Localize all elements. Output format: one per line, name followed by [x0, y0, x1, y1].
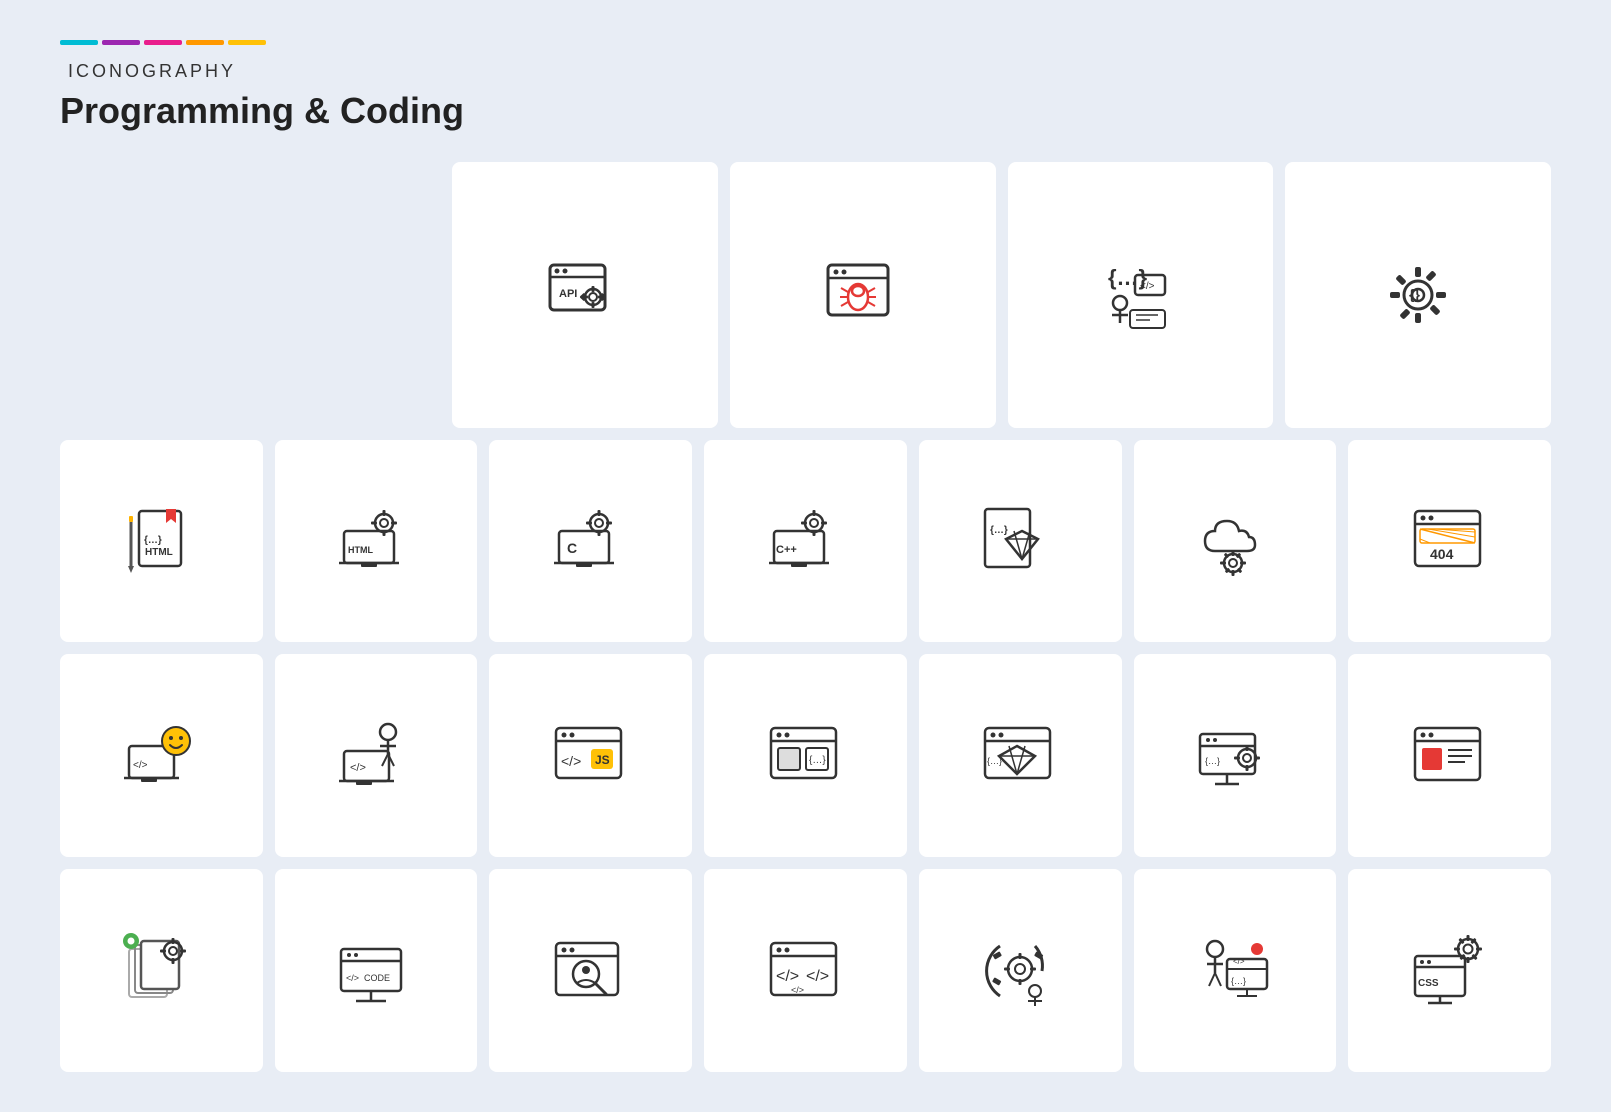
code-browser-cell: {…} — [704, 654, 907, 857]
svg-text:{…}: {…} — [990, 525, 1008, 536]
code-emoji-icon: </> — [121, 716, 201, 796]
svg-text:CODE: CODE — [364, 973, 390, 983]
diamond-code-cell: {…} — [919, 654, 1122, 857]
color-bar-purple — [102, 40, 140, 45]
code-settings-cell: {…} — [1134, 654, 1337, 857]
header: ICONOGRAPHY Programming & Coding — [60, 40, 1551, 132]
code-diamond-cell: {…} — [919, 440, 1122, 643]
svg-text:HTML: HTML — [145, 547, 173, 558]
cloud-settings-cell — [1134, 440, 1337, 643]
bug-browser-cell — [730, 162, 996, 428]
api-settings-icon: API — [545, 255, 625, 335]
settings-gear-icon: {} — [1378, 255, 1458, 335]
svg-text:</>: </> — [806, 968, 829, 985]
dev-setup-cell: {…} </> — [1134, 869, 1337, 1072]
404-error-cell: 404 — [1348, 440, 1551, 643]
file-settings-icon — [121, 931, 201, 1011]
svg-text:{…}: {…} — [809, 755, 826, 766]
c-settings-cell: C — [489, 440, 692, 643]
developer-cell: </> — [275, 654, 478, 857]
color-bars — [60, 40, 266, 45]
spacer-cell — [60, 162, 440, 428]
search-browser-icon — [551, 931, 631, 1011]
code-review-cell: {…} </> — [1008, 162, 1274, 428]
page-container: ICONOGRAPHY Programming & Coding API — [0, 0, 1611, 1112]
cpp-settings-icon: C++ — [766, 501, 846, 581]
code-monitor-icon: </> CODE — [336, 931, 416, 1011]
ui-browser-cell — [1348, 654, 1551, 857]
color-bar-pink — [144, 40, 182, 45]
svg-text:</>: </> — [1140, 281, 1155, 292]
svg-text:404: 404 — [1430, 546, 1454, 562]
svg-text:</>: </> — [133, 760, 148, 771]
svg-text:</>: </> — [346, 973, 359, 983]
cpp-settings-cell: C++ — [704, 440, 907, 643]
html-settings-icon: HTML — [336, 501, 416, 581]
code-icons-icon: </> </> </> — [766, 931, 846, 1011]
color-bar-orange — [186, 40, 224, 45]
api-settings-cell: API — [452, 162, 718, 428]
svg-text:HTML: HTML — [348, 545, 373, 555]
svg-text:</>: </> — [776, 968, 799, 985]
gear-person-icon — [980, 931, 1060, 1011]
404-error-icon: 404 — [1410, 501, 1490, 581]
svg-text:</>: </> — [791, 985, 804, 995]
svg-text:</>: </> — [350, 762, 366, 774]
search-browser-cell — [489, 869, 692, 1072]
js-browser-cell: </> JS — [489, 654, 692, 857]
color-bar-yellow — [228, 40, 266, 45]
code-settings-icon: {…} — [1195, 716, 1275, 796]
gear-person-cell — [919, 869, 1122, 1072]
svg-text:</>: </> — [561, 753, 581, 769]
svg-text:{…}: {…} — [144, 535, 162, 546]
svg-text:CSS: CSS — [1418, 978, 1439, 989]
js-browser-icon: </> JS — [551, 716, 631, 796]
code-diamond-icon: {…} — [980, 501, 1060, 581]
c-settings-icon: C — [551, 501, 631, 581]
svg-text:{…}: {…} — [1205, 756, 1220, 766]
code-monitor-cell: </> CODE — [275, 869, 478, 1072]
cloud-settings-icon — [1195, 501, 1275, 581]
ui-browser-icon — [1410, 716, 1490, 796]
developer-icon: </> — [336, 716, 416, 796]
diamond-code-icon: {…} — [980, 716, 1060, 796]
settings-gear-cell: {} — [1285, 162, 1551, 428]
svg-text:{…}: {…} — [987, 756, 1002, 766]
html-file-cell: {…} HTML — [60, 440, 263, 643]
svg-text:{…}: {…} — [1231, 976, 1246, 986]
bug-browser-icon — [823, 255, 903, 335]
css-settings-cell: CSS — [1348, 869, 1551, 1072]
page-title: Programming & Coding — [60, 90, 1551, 132]
code-review-icon: {…} </> — [1100, 255, 1180, 335]
svg-text:C: C — [567, 540, 577, 556]
brand-area — [60, 40, 1551, 51]
svg-text:{}: {} — [1409, 286, 1420, 302]
svg-text:</>: </> — [1233, 957, 1245, 966]
html-file-icon: {…} HTML — [121, 501, 201, 581]
svg-text:JS: JS — [595, 753, 610, 767]
html-settings-cell: HTML — [275, 440, 478, 643]
file-settings-cell — [60, 869, 263, 1072]
code-icons-cell: </> </> </> — [704, 869, 907, 1072]
css-settings-icon: CSS — [1410, 931, 1490, 1011]
svg-text:API: API — [559, 288, 577, 300]
code-emoji-cell: </> — [60, 654, 263, 857]
brand-text: ICONOGRAPHY — [68, 61, 236, 82]
color-bar-cyan — [60, 40, 98, 45]
dev-setup-icon: {…} </> — [1195, 931, 1275, 1011]
svg-text:C++: C++ — [776, 544, 797, 556]
code-browser-icon: {…} — [766, 716, 846, 796]
